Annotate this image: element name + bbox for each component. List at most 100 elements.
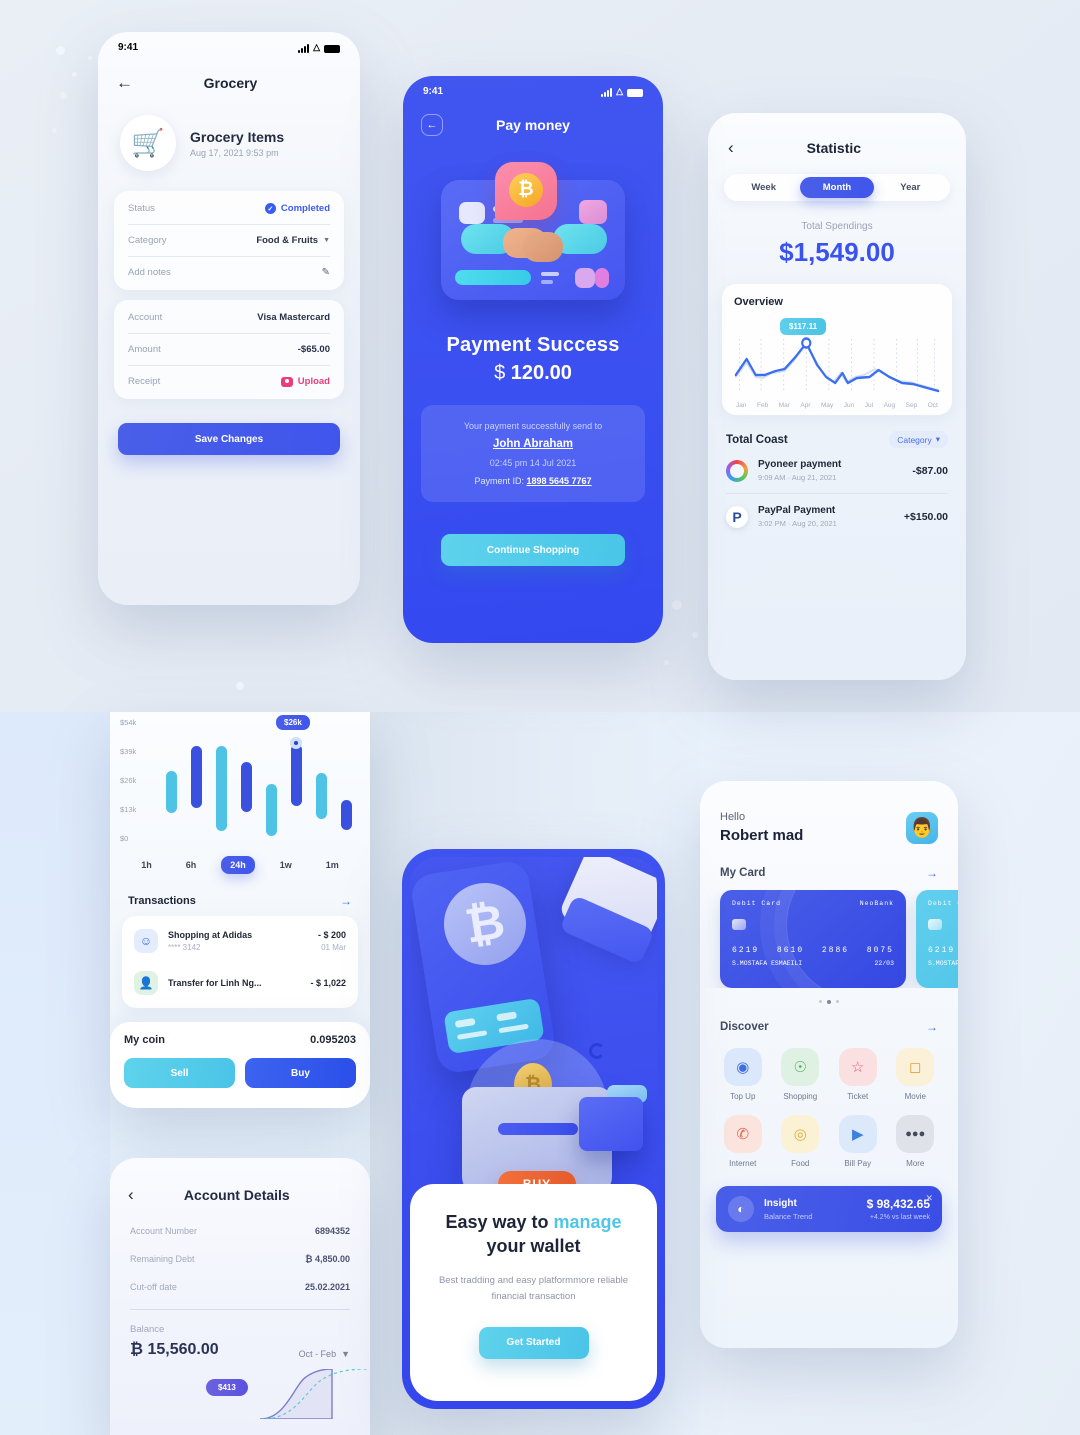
bars-area: $26k xyxy=(160,715,356,848)
row-account: Account Visa Mastercard xyxy=(128,302,330,334)
balance-area-chart: $413 xyxy=(110,1368,370,1420)
transaction-row[interactable]: P PayPal Payment 3:02 PM · Aug 20, 2021 … xyxy=(726,494,948,539)
sell-button[interactable]: Sell xyxy=(124,1058,235,1088)
coin-slot xyxy=(498,1123,578,1135)
wifi-icon: △ xyxy=(616,85,623,96)
carousel-dot[interactable] xyxy=(836,1000,839,1003)
discover-label: Internet xyxy=(729,1159,757,1168)
continue-shopping-button[interactable]: Continue Shopping xyxy=(441,534,625,566)
transactions-card: ☺ Shopping at Adidas **** 3142 - $ 200 0… xyxy=(122,916,358,1008)
discover-item-ticket[interactable]: ☆ Ticket xyxy=(831,1048,885,1101)
chevron-down-icon[interactable]: ▼ xyxy=(323,237,330,244)
range-1h[interactable]: 1h xyxy=(132,856,161,874)
wallet-header: Hello Robert mad 👨 xyxy=(700,781,958,844)
card-carousel[interactable]: Debit Card NeoBank 6219 8610 2886 8075 S… xyxy=(700,890,958,988)
discover-item-internet[interactable]: ✆ Internet xyxy=(716,1115,770,1168)
pencil-icon[interactable]: ✎ xyxy=(322,267,330,278)
list-item[interactable]: ☺ Shopping at Adidas **** 3142 - $ 200 0… xyxy=(134,920,346,962)
range-1m[interactable]: 1m xyxy=(317,856,348,874)
bokeh-dot xyxy=(236,682,244,690)
discover-item-movie[interactable]: ◻ Movie xyxy=(889,1048,943,1101)
category-value: Food & Fruits xyxy=(256,235,319,246)
row-add-notes[interactable]: Add notes ✎ xyxy=(128,257,330,288)
get-started-button[interactable]: Get Started xyxy=(478,1326,589,1359)
period-selector[interactable]: Oct - Feb ▼ xyxy=(299,1349,350,1359)
row-value: 6894352 xyxy=(314,1226,350,1236)
range-1w[interactable]: 1w xyxy=(271,856,301,874)
axis-tick: Jun xyxy=(843,402,855,409)
grocery-header: ← Grocery xyxy=(98,62,360,107)
card-line xyxy=(456,1030,488,1040)
discover-item-food[interactable]: ◎ Food xyxy=(774,1115,828,1168)
bill-pay-icon: ▶ xyxy=(838,1115,877,1153)
range-24h[interactable]: 24h xyxy=(221,856,255,874)
axis-tick: $54k xyxy=(120,718,137,727)
total-spendings-value: $1,549.00 xyxy=(779,237,895,267)
row-category[interactable]: Category Food & Fruits ▼ xyxy=(128,225,330,257)
range-6h[interactable]: 6h xyxy=(177,856,206,874)
transaction-amount: - $ 1,022 xyxy=(310,978,346,988)
category-filter-button[interactable]: Category ▾ xyxy=(889,431,948,448)
camera-icon xyxy=(280,376,293,387)
wallet-3d xyxy=(579,1097,643,1151)
transaction-info: PayPal Payment 3:02 PM · Aug 20, 2021 xyxy=(758,505,894,528)
item-title: Grocery Items xyxy=(190,128,285,145)
close-icon[interactable]: ✕ xyxy=(925,1193,933,1204)
line-series-primary xyxy=(734,341,940,393)
row-label: Account Number xyxy=(130,1226,198,1236)
card-line xyxy=(496,1011,518,1022)
screen-account-details: ‹ Account Details Account Number 6894352… xyxy=(110,1158,370,1435)
overview-card: Overview $117.11 Jan Feb Mar Apr May Jun… xyxy=(722,284,952,415)
total-spendings-label: Total Spendings xyxy=(801,221,873,232)
card-line xyxy=(454,1017,476,1028)
buy-button[interactable]: Buy xyxy=(245,1058,356,1088)
account-row: Account Number 6894352 xyxy=(110,1217,370,1245)
card-number: 6219 86 xyxy=(928,946,958,955)
page-title: Grocery xyxy=(203,74,258,91)
arrow-right-icon[interactable]: → xyxy=(926,1020,938,1034)
discover-item-more[interactable]: ●●● More xyxy=(889,1115,943,1168)
status-icons: △ xyxy=(298,42,340,53)
axis-tick: May xyxy=(821,402,834,409)
screen-onboarding: ₿ ₿ BUY Easy way xyxy=(402,849,665,1409)
row-label: Cut-off date xyxy=(130,1282,177,1292)
arrow-right-icon[interactable]: → xyxy=(926,866,938,880)
my-card-header: My Card → xyxy=(700,866,958,880)
price-bar-highlighted[interactable] xyxy=(291,744,302,806)
discover-item-shopping[interactable]: ☉ Shopping xyxy=(774,1048,828,1101)
discover-item-bill-pay[interactable]: ▶ Bill Pay xyxy=(831,1115,885,1168)
insight-banner[interactable]: ◐ Insight Balance Trend $ 98,432.65 +4.2… xyxy=(716,1186,942,1232)
item-date: Aug 17, 2021 9:53 pm xyxy=(190,147,279,158)
grid-lines xyxy=(738,339,936,393)
selected-point-marker xyxy=(290,737,302,749)
tab-month[interactable]: Month xyxy=(800,177,874,198)
discover-label: Food xyxy=(791,1159,810,1168)
upload-link[interactable]: Upload xyxy=(298,376,330,387)
food-circle-icon: ◎ xyxy=(781,1115,820,1153)
tab-year[interactable]: Year xyxy=(874,177,947,198)
discover-item-top-up[interactable]: ◉ Top Up xyxy=(716,1048,770,1101)
transaction-amount: +$150.00 xyxy=(903,510,948,523)
total-coast-header: Total Coast Category ▾ xyxy=(726,431,948,448)
spending-line-chart xyxy=(734,337,940,399)
list-item[interactable]: 👤 Transfer for Linh Ng... - $ 1,022 xyxy=(134,962,346,1004)
row-receipt[interactable]: Receipt Upload xyxy=(128,366,330,397)
insight-delta: +4.2% vs last week xyxy=(869,1214,930,1221)
row-status[interactable]: Status ✓ Completed xyxy=(128,193,330,225)
transaction-row[interactable]: Pyoneer payment 9:09 AM · Aug 21, 2021 -… xyxy=(726,448,948,494)
debit-card-secondary[interactable]: Debit Card 6219 86 S.MOSTAFA E xyxy=(916,890,958,988)
bokeh-dot xyxy=(692,632,698,638)
total-coast-title: Total Coast xyxy=(726,433,788,446)
status-time: 9:41 xyxy=(118,41,139,53)
decor-square-light xyxy=(459,202,485,224)
debit-card-primary[interactable]: Debit Card NeoBank 6219 8610 2886 8075 S… xyxy=(720,890,906,988)
my-card-title: My Card xyxy=(720,867,766,879)
tab-week[interactable]: Week xyxy=(727,177,800,198)
save-changes-button[interactable]: Save Changes xyxy=(118,423,340,455)
carousel-dot-active[interactable] xyxy=(827,1000,831,1004)
arrow-right-icon[interactable]: → xyxy=(340,894,352,908)
row-label: Add notes xyxy=(128,267,171,278)
star-ticket-icon: ☆ xyxy=(838,1048,877,1086)
carousel-dot[interactable] xyxy=(819,1000,822,1003)
user-avatar-icon[interactable]: 👨 xyxy=(906,811,938,844)
